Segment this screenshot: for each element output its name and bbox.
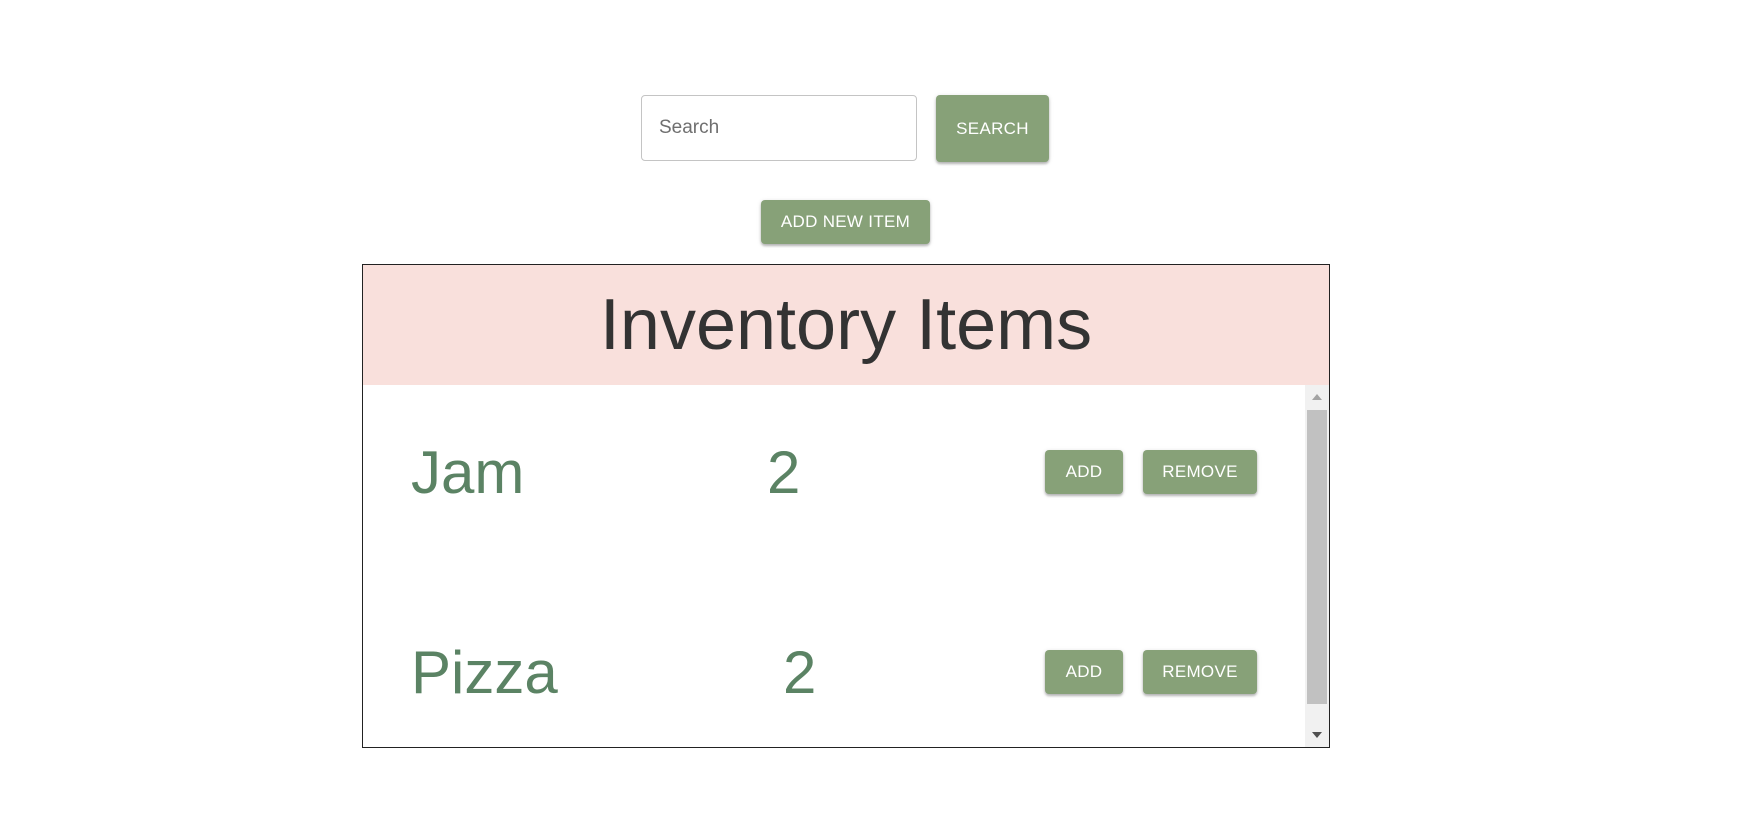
scroll-up-arrow-icon[interactable] (1305, 385, 1329, 409)
add-button[interactable]: ADD (1045, 650, 1123, 694)
remove-button[interactable]: REMOVE (1143, 450, 1257, 494)
vertical-scrollbar[interactable] (1305, 385, 1329, 747)
inventory-header: Inventory Items (363, 265, 1329, 385)
list-item: Jam 2 ADD REMOVE (363, 443, 1304, 503)
search-button[interactable]: SEARCH (936, 95, 1049, 162)
search-input[interactable] (641, 95, 917, 161)
add-button[interactable]: ADD (1045, 450, 1123, 494)
page: SEARCH ADD NEW ITEM Inventory Items Jam … (0, 0, 1759, 817)
scroll-down-arrow-icon[interactable] (1305, 723, 1329, 747)
scrollbar-thumb[interactable] (1307, 410, 1327, 704)
inventory-panel: Inventory Items Jam 2 ADD REMOVE Pizza 2… (362, 264, 1330, 748)
remove-button[interactable]: REMOVE (1143, 650, 1257, 694)
item-quantity: 2 (783, 639, 817, 706)
list-item: Pizza 2 ADD REMOVE (363, 643, 1304, 703)
inventory-title: Inventory Items (599, 285, 1093, 365)
item-name: Pizza (411, 639, 558, 706)
item-name: Jam (411, 439, 525, 506)
item-quantity: 2 (767, 439, 801, 506)
add-new-item-button[interactable]: ADD NEW ITEM (761, 200, 930, 244)
inventory-list[interactable]: Jam 2 ADD REMOVE Pizza 2 ADD REMOVE (363, 385, 1329, 747)
